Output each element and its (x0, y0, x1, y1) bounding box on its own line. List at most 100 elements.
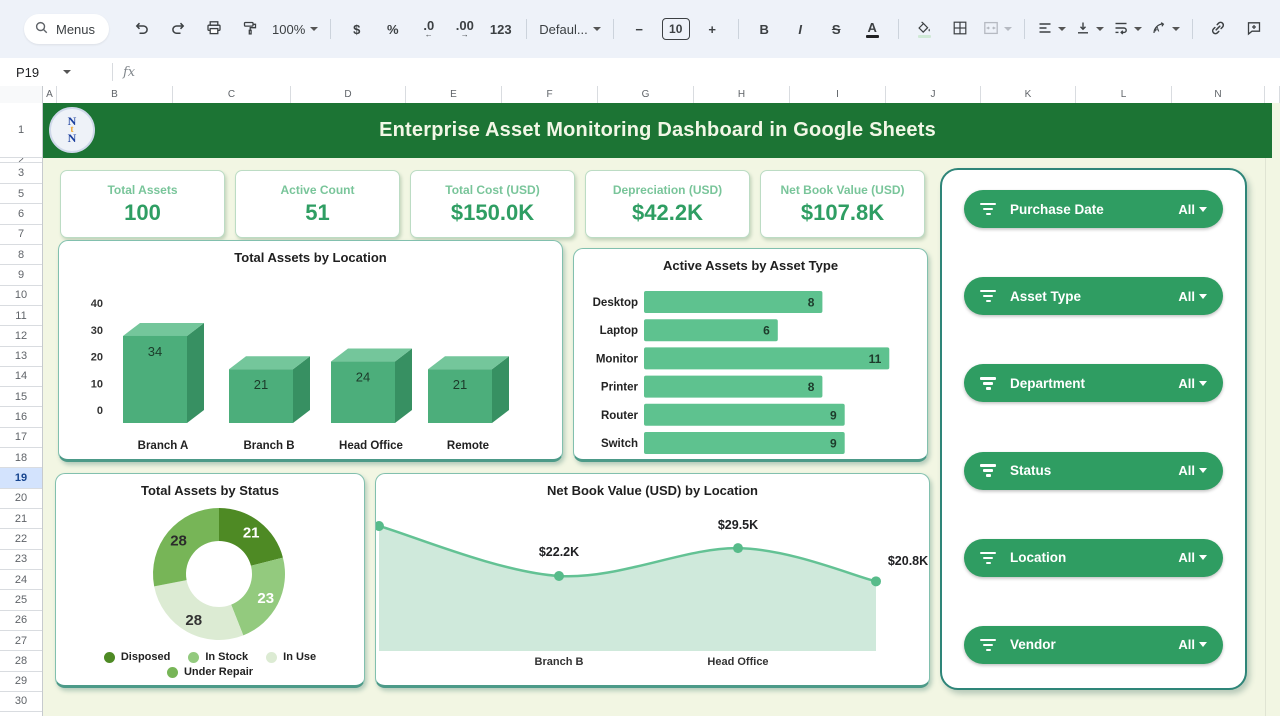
fill-color-button[interactable] (911, 15, 938, 43)
format-percent-label: % (387, 22, 399, 37)
column-header-G[interactable]: G (598, 86, 694, 103)
row-header-26[interactable]: 26 (0, 611, 42, 631)
row-header-23[interactable]: 23 (0, 550, 42, 570)
filter-pill-location[interactable]: LocationAll (964, 539, 1223, 577)
borders-button[interactable] (947, 15, 974, 43)
row-header-30[interactable]: 30 (0, 692, 42, 712)
filter-value-dropdown[interactable]: All (1178, 637, 1207, 652)
column-header-B[interactable]: B (57, 86, 173, 103)
row-header-21[interactable]: 21 (0, 509, 42, 529)
italic-label: I (798, 22, 802, 37)
row-header-22[interactable]: 22 (0, 529, 42, 549)
row-header-9[interactable]: 9 (0, 265, 42, 285)
filter-value-dropdown[interactable]: All (1178, 550, 1207, 565)
filter-pill-vendor[interactable]: VendorAll (964, 626, 1223, 664)
zoom-button[interactable]: 100% (272, 15, 318, 43)
horizontal-align-button[interactable] (1037, 15, 1066, 43)
text-rotation-button[interactable]: A (1151, 15, 1180, 43)
strikethrough-button[interactable]: S (823, 15, 850, 43)
column-header-partial[interactable] (1265, 86, 1280, 103)
filter-pill-department[interactable]: DepartmentAll (964, 364, 1223, 402)
row-header-16[interactable]: 16 (0, 407, 42, 427)
row-header-10[interactable]: 10 (0, 286, 42, 306)
row-header-3[interactable]: 3 (0, 163, 42, 184)
column-header-L[interactable]: L (1076, 86, 1172, 103)
text-wrap-button[interactable] (1113, 15, 1142, 43)
filter-value-dropdown[interactable]: All (1178, 202, 1207, 217)
column-header-H[interactable]: H (694, 86, 790, 103)
column-header-N[interactable]: N (1172, 86, 1265, 103)
more-formats-button[interactable]: 123 (487, 15, 514, 43)
chart-card-net-book-value-by-location[interactable]: Net Book Value (USD) by Location $22.2K$… (375, 473, 930, 688)
select-all-corner[interactable] (0, 86, 43, 103)
row-header-12[interactable]: 12 (0, 326, 42, 346)
row-header-11[interactable]: 11 (0, 306, 42, 326)
column-header-A[interactable]: A (43, 86, 57, 103)
bold-button[interactable]: B (751, 15, 778, 43)
row-header-14[interactable]: 14 (0, 367, 42, 387)
text-color-button[interactable]: A (859, 15, 886, 43)
font-size-button[interactable]: 10 (662, 15, 690, 43)
column-header-C[interactable]: C (173, 86, 291, 103)
row-header-25[interactable]: 25 (0, 590, 42, 610)
row-header-29[interactable]: 29 (0, 672, 42, 692)
paint-format-button[interactable] (236, 15, 263, 43)
insert-link-button[interactable] (1205, 15, 1232, 43)
fx-icon[interactable]: fx (123, 65, 135, 80)
font-button[interactable]: Defaul... (539, 15, 600, 43)
column-header-K[interactable]: K (981, 86, 1076, 103)
column-header-F[interactable]: F (502, 86, 598, 103)
row-number: 8 (18, 249, 24, 261)
chart-card-total-assets-by-location[interactable]: Total Assets by Location 40302010034Bran… (58, 240, 563, 462)
svg-text:Printer: Printer (601, 382, 639, 394)
row-header-31[interactable]: 31 (0, 712, 42, 716)
menus-search-button[interactable]: Menus (24, 14, 109, 44)
insert-comment-button[interactable] (1241, 15, 1268, 43)
italic-button[interactable]: I (787, 15, 814, 43)
row-header-15[interactable]: 15 (0, 387, 42, 407)
row-header-17[interactable]: 17 (0, 428, 42, 448)
filter-pill-status[interactable]: StatusAll (964, 452, 1223, 490)
row-header-1[interactable]: 1 (0, 103, 42, 158)
format-percent-button[interactable]: % (379, 15, 406, 43)
row-headers: 1235678910111213141516171819202122232425… (0, 103, 43, 716)
filter-value-dropdown[interactable]: All (1178, 289, 1207, 304)
name-box-caret-icon[interactable] (63, 70, 71, 74)
filter-pill-asset-type[interactable]: Asset TypeAll (964, 277, 1223, 315)
redo-button[interactable] (164, 15, 191, 43)
row-header-27[interactable]: 27 (0, 631, 42, 651)
name-box[interactable]: P19 (0, 65, 102, 80)
vertical-align-button[interactable] (1075, 15, 1104, 43)
kpi-card-1: Active Count51 (235, 170, 400, 238)
column-header-E[interactable]: E (406, 86, 502, 103)
svg-text:6: 6 (763, 324, 770, 338)
font-size-value[interactable]: 10 (662, 18, 690, 40)
column-header-J[interactable]: J (886, 86, 981, 103)
filter-value-dropdown[interactable]: All (1178, 463, 1207, 478)
row-header-20[interactable]: 20 (0, 489, 42, 509)
column-header-I[interactable]: I (790, 86, 886, 103)
row-header-13[interactable]: 13 (0, 347, 42, 367)
filter-pill-purchase-date[interactable]: Purchase DateAll (964, 190, 1223, 228)
filter-value-dropdown[interactable]: All (1178, 376, 1207, 391)
format-currency-button[interactable]: $ (343, 15, 370, 43)
chevron-down-icon (1199, 468, 1207, 473)
decrease-font-size-button[interactable]: − (626, 15, 653, 43)
row-header-6[interactable]: 6 (0, 204, 42, 224)
row-header-5[interactable]: 5 (0, 184, 42, 204)
chart-card-total-assets-by-status[interactable]: Total Assets by Status 21232828 Disposed… (55, 473, 365, 688)
increase-font-size-button[interactable]: + (699, 15, 726, 43)
row-header-24[interactable]: 24 (0, 570, 42, 590)
print-button[interactable] (200, 15, 227, 43)
row-header-7[interactable]: 7 (0, 225, 42, 245)
logo-letter-bottom: N (68, 134, 77, 144)
row-header-18[interactable]: 18 (0, 448, 42, 468)
increase-decimal-button[interactable]: .00→ (451, 15, 478, 43)
undo-button[interactable] (128, 15, 155, 43)
chart-card-active-assets-by-asset-type[interactable]: Active Assets by Asset Type Desktop8Lapt… (573, 248, 928, 462)
row-header-19[interactable]: 19 (0, 468, 42, 488)
decrease-decimal-button[interactable]: .0← (415, 15, 442, 43)
row-header-8[interactable]: 8 (0, 245, 42, 265)
row-header-28[interactable]: 28 (0, 651, 42, 671)
column-header-D[interactable]: D (291, 86, 406, 103)
